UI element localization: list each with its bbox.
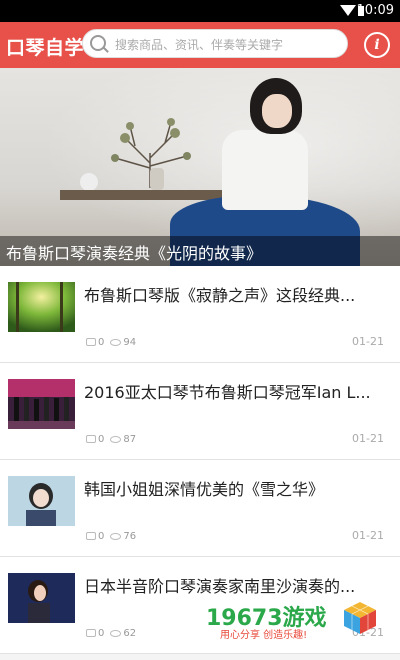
- vase-image: [150, 168, 164, 190]
- wifi-icon: [340, 5, 356, 16]
- info-icon[interactable]: i: [364, 32, 390, 58]
- article-title: 韩国小姐姐深情优美的《雪之华》: [84, 480, 325, 499]
- comment-count: 0: [98, 337, 105, 348]
- view-count: 76: [123, 531, 137, 542]
- comment-icon: [86, 532, 96, 540]
- view-icon: [110, 435, 122, 443]
- cube-logo-icon: [344, 602, 376, 634]
- thumbnail-forest-image: [8, 282, 75, 332]
- list-item[interactable]: 布鲁斯口琴版《寂静之声》这段经典... 0 94 01-21: [0, 266, 400, 363]
- comment-count: 0: [98, 434, 105, 445]
- status-time: 10:09: [356, 3, 394, 18]
- article-meta: 0 76: [86, 531, 136, 542]
- woman-top-image: [222, 130, 308, 210]
- article-date: 01-21: [352, 335, 384, 348]
- banner-caption: 布鲁斯口琴演奏经典《光阴的故事》: [6, 244, 263, 263]
- featured-banner[interactable]: 布鲁斯口琴演奏经典《光阴的故事》: [0, 68, 400, 266]
- bust-image: [80, 173, 98, 191]
- view-count: 87: [123, 434, 137, 445]
- view-count: 62: [123, 628, 137, 639]
- list-item[interactable]: 2016亚太口琴节布鲁斯口琴冠军Ian L... 0 87 01-21: [0, 363, 400, 460]
- comment-icon: [86, 338, 96, 346]
- view-icon: [110, 629, 122, 637]
- thumbnail-performer-image: [8, 573, 75, 623]
- app-header: 口琴自学 i: [0, 22, 400, 68]
- status-bar: 10:09: [0, 0, 400, 22]
- comment-count: 0: [98, 628, 105, 639]
- woman-face-image: [262, 94, 292, 128]
- comment-count: 0: [98, 531, 105, 542]
- app-logo: 口琴自学: [6, 37, 85, 59]
- comment-icon: [86, 435, 96, 443]
- article-title: 2016亚太口琴节布鲁斯口琴冠军Ian L...: [84, 383, 371, 402]
- thumbnail-stage-image: [8, 379, 75, 429]
- article-date: 01-21: [352, 529, 384, 542]
- search-input[interactable]: [113, 33, 345, 57]
- article-meta: 0 62: [86, 628, 136, 639]
- article-title: 布鲁斯口琴版《寂静之声》这段经典...: [84, 286, 356, 305]
- view-icon: [110, 532, 122, 540]
- search-icon: [90, 35, 106, 51]
- comment-icon: [86, 629, 96, 637]
- article-meta: 0 87: [86, 434, 136, 445]
- list-item[interactable]: 韩国小姐姐深情优美的《雪之华》 0 76 01-21: [0, 460, 400, 557]
- view-icon: [110, 338, 122, 346]
- thumbnail-girl-snow-image: [8, 476, 75, 526]
- site-watermark: 19673游戏 用心分享 创造乐趣!: [206, 594, 382, 644]
- watermark-slogan: 用心分享 创造乐趣!: [220, 630, 308, 641]
- article-meta: 0 94: [86, 337, 136, 348]
- view-count: 94: [123, 337, 137, 348]
- table-image: [60, 190, 230, 200]
- search-box[interactable]: [82, 29, 348, 58]
- article-date: 01-21: [352, 432, 384, 445]
